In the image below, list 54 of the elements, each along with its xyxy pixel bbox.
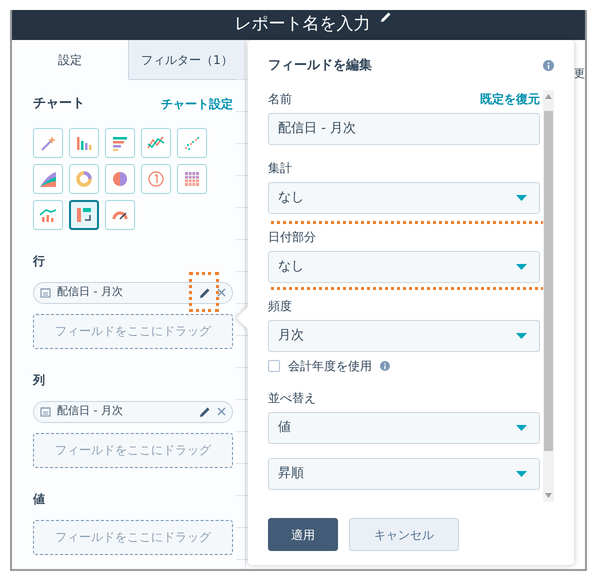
checkbox-label[interactable]: 会計年度を使用 xyxy=(288,356,372,374)
field-label: 集計 xyxy=(268,160,292,176)
donut-chart-icon xyxy=(75,170,93,188)
pivot-table-icon xyxy=(75,206,93,224)
tab[interactable]: フィルター（1） xyxy=(129,40,245,80)
popover-title: フィールドを編集 xyxy=(268,57,372,75)
field-pill[interactable]: 配信日 - 月次 xyxy=(33,400,233,422)
dropdown[interactable]: 値 xyxy=(268,412,540,444)
wand-icon xyxy=(39,134,57,152)
field-label: 名前 xyxy=(268,90,292,108)
section-heading: チャート xyxy=(33,95,85,113)
edit-icon[interactable] xyxy=(198,405,211,418)
calendar-icon xyxy=(40,406,51,417)
section-label: 値 xyxy=(33,490,46,508)
dropdown[interactable]: なし xyxy=(268,182,540,214)
close-icon[interactable] xyxy=(217,407,226,416)
field-pill[interactable]: 配信日 - 月次 xyxy=(33,282,233,304)
text-input[interactable]: 配信日 - 月次 xyxy=(268,112,540,144)
grid-icon xyxy=(183,170,201,188)
caret-icon xyxy=(516,194,528,200)
edit-icon[interactable] xyxy=(198,286,211,299)
field-label: 並べ替え xyxy=(268,390,316,406)
caret-icon xyxy=(516,264,528,270)
apply-button[interactable]: 適用 xyxy=(268,518,338,551)
edit-icon[interactable] xyxy=(378,10,392,24)
calendar-icon xyxy=(40,287,51,298)
dropdown[interactable]: なし xyxy=(268,250,540,282)
cancel-button[interactable]: キャンセル xyxy=(349,518,459,551)
caret-icon xyxy=(516,332,528,338)
dropdown[interactable]: 昇順 xyxy=(268,458,540,490)
checkbox[interactable] xyxy=(268,360,280,372)
area-chart-icon xyxy=(39,170,57,188)
scroll-up-icon[interactable] xyxy=(545,94,552,98)
info-icon[interactable] xyxy=(380,360,390,370)
field-label: 日付部分 xyxy=(268,228,316,246)
pill-label: 配信日 - 月次 xyxy=(57,403,124,420)
caret-icon xyxy=(516,424,528,430)
close-icon[interactable] xyxy=(217,288,226,297)
section-label: 列 xyxy=(33,372,46,388)
column-header: 更 xyxy=(574,66,585,82)
pie-chart-icon xyxy=(111,170,129,188)
chart-settings-link[interactable]: チャート設定 xyxy=(161,94,233,113)
dropdown[interactable]: 月次 xyxy=(268,320,540,352)
field-label: 頻度 xyxy=(268,298,292,314)
gauge-icon xyxy=(112,209,128,220)
restore-default-link[interactable]: 既定を復元 xyxy=(480,90,540,108)
caret-icon xyxy=(516,470,528,476)
scrollbar[interactable] xyxy=(543,90,554,502)
section-label: 行 xyxy=(33,252,46,270)
scroll-down-icon[interactable] xyxy=(545,492,552,498)
pill-label: 配信日 - 月次 xyxy=(57,284,124,300)
info-icon[interactable] xyxy=(543,60,554,72)
number-icon xyxy=(147,170,165,188)
chart-type-button[interactable] xyxy=(69,200,99,230)
